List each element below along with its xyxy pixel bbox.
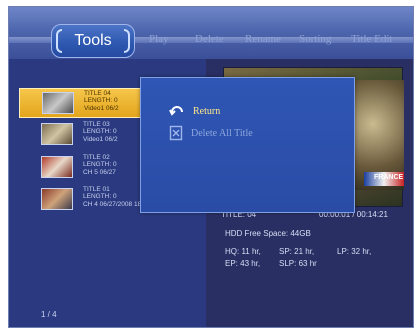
top-menu-bar: Tools Play Delete Rename Sorting Title E…	[9, 7, 413, 59]
title-info: TITLE 02 LENGTH: 0 CH 5 06/27	[83, 154, 117, 176]
title-thumbnail	[41, 123, 73, 145]
tab-tools-label: Tools	[74, 32, 112, 49]
title-thumbnail	[41, 188, 73, 210]
slp-time: SLP: 63 hr	[279, 259, 317, 268]
hdd-free-space: HDD Free Space: 44GB	[225, 229, 311, 238]
bracket-left-icon	[56, 29, 62, 53]
title-meta: CH 5 06/27	[83, 168, 116, 176]
return-label: Return	[193, 105, 221, 117]
page-indicator: 1 / 4	[41, 310, 57, 319]
return-icon	[169, 106, 183, 116]
title-name: TITLE 03	[83, 121, 110, 128]
delete-icon	[169, 125, 183, 141]
title-info: TITLE 03 LENGTH: 0 Video1 06/2	[83, 121, 118, 143]
tab-sorting[interactable]: Sorting	[299, 33, 331, 45]
delete-all-option[interactable]: Delete All Title	[169, 125, 253, 141]
title-thumbnail	[41, 156, 73, 178]
bracket-right-icon	[124, 29, 130, 53]
title-meta: Video1 06/2	[84, 104, 119, 112]
preview-overlay-text: FRANCE	[374, 174, 404, 181]
dvd-recorder-screen: Tools Play Delete Rename Sorting Title E…	[8, 6, 414, 328]
tab-rename[interactable]: Rename	[245, 33, 281, 45]
tab-delete[interactable]: Delete	[195, 33, 224, 45]
tools-popup-menu: Return Delete All Title	[140, 77, 355, 213]
tab-title-edit[interactable]: Title Edit	[351, 33, 392, 45]
return-option[interactable]: Return	[169, 103, 220, 119]
title-meta: Video1 06/2	[83, 135, 118, 143]
tab-play[interactable]: Play	[149, 33, 169, 45]
delete-all-label: Delete All Title	[191, 127, 253, 139]
title-length: LENGTH: 0	[83, 128, 117, 136]
title-length: LENGTH: 0	[83, 161, 117, 169]
title-thumbnail	[42, 92, 74, 114]
title-length: LENGTH: 0	[84, 97, 118, 105]
ep-time: EP: 43 hr,	[225, 259, 261, 268]
tab-tools[interactable]: Tools	[51, 24, 135, 58]
title-name: TITLE 04	[84, 90, 111, 97]
hq-time: HQ: 11 hr,	[225, 247, 261, 256]
title-info: TITLE 04 LENGTH: 0 Video1 06/2	[84, 90, 119, 112]
sp-time: SP: 21 hr,	[279, 247, 315, 256]
title-name: TITLE 02	[83, 154, 110, 161]
lp-time: LP: 32 hr,	[337, 247, 372, 256]
